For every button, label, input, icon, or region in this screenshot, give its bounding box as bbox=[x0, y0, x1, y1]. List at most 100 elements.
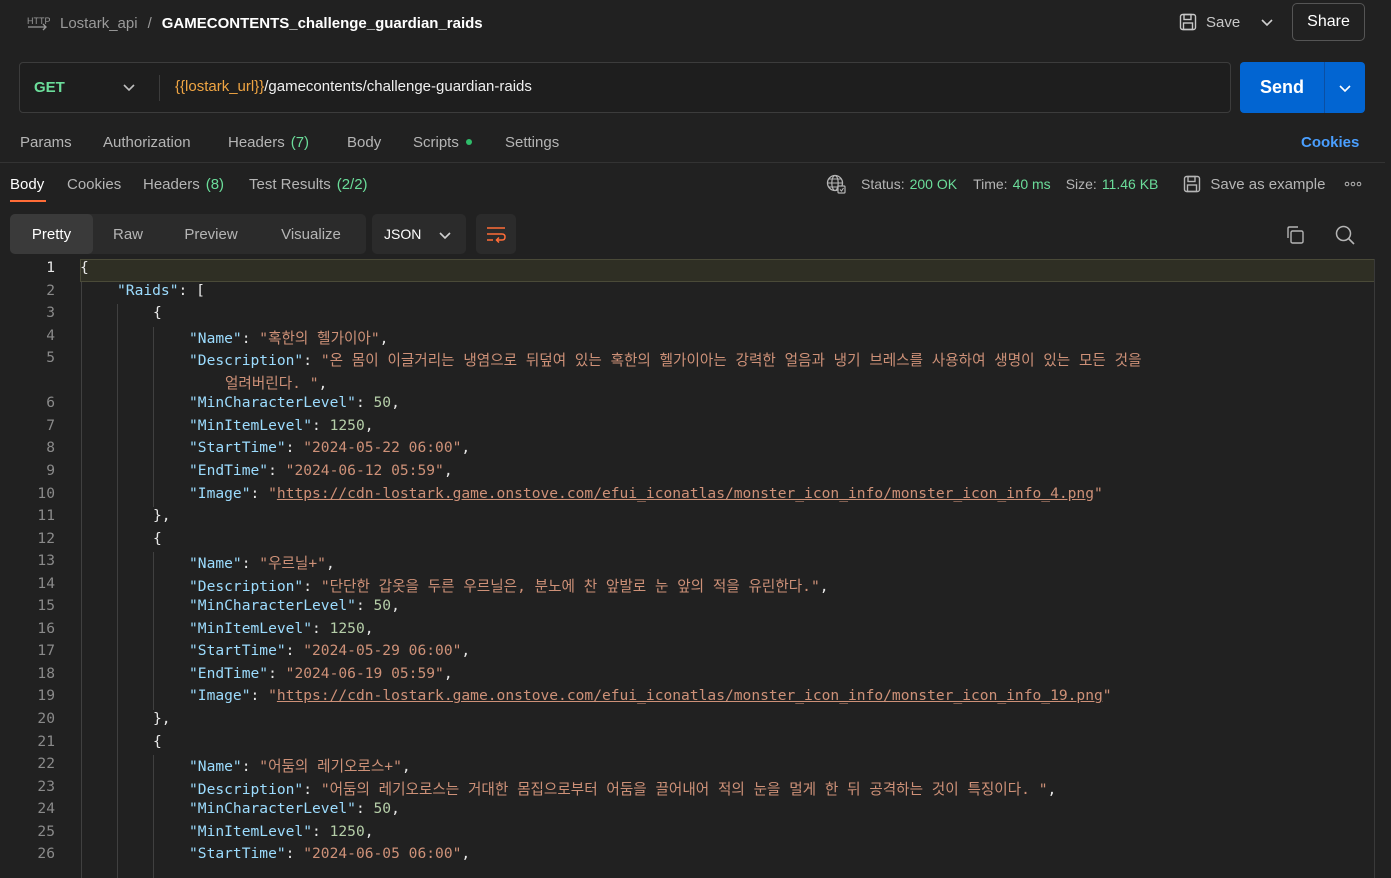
code-token: , bbox=[461, 642, 471, 660]
code-token: : bbox=[268, 461, 286, 479]
code-line: "Name": "우르닐+", bbox=[189, 552, 335, 573]
save-button[interactable]: Save bbox=[1178, 8, 1240, 36]
code-token: "Image" bbox=[189, 484, 251, 502]
code-token: , bbox=[364, 822, 374, 840]
code-token: "MinItemLevel" bbox=[189, 822, 313, 840]
save-options-button[interactable] bbox=[1254, 8, 1280, 36]
current-line-highlight bbox=[80, 259, 1375, 282]
code-line: "Name": "혹한의 헬가이아", bbox=[189, 327, 388, 348]
tab-label: Headers bbox=[228, 133, 285, 151]
tab-params[interactable]: Params bbox=[20, 130, 72, 154]
request-title[interactable]: GAMECONTENTS_challenge_guardian_raids bbox=[162, 15, 483, 32]
response-tab-headers[interactable]: Headers (8) bbox=[143, 172, 224, 196]
code-token: { bbox=[153, 304, 162, 322]
send-button[interactable]: Send bbox=[1240, 62, 1324, 113]
code-line: "Description": "단단한 갑옷을 두른 우르닐은, 분노에 찬 앞… bbox=[189, 575, 829, 596]
workspace-link[interactable]: Lostark_api bbox=[60, 15, 138, 32]
search-icon[interactable] bbox=[1334, 224, 1356, 246]
tab-settings[interactable]: Settings bbox=[505, 130, 559, 154]
code-token: : bbox=[250, 484, 269, 502]
tab-count: (7) bbox=[290, 133, 310, 151]
code-token: : bbox=[303, 577, 321, 595]
wrap-lines-button[interactable] bbox=[476, 214, 516, 254]
code-line: "MinCharacterLevel": 50, bbox=[189, 597, 400, 614]
line-number: 8 bbox=[46, 439, 55, 457]
pretty-button[interactable]: Pretty bbox=[10, 214, 93, 254]
tab-label: Authorization bbox=[103, 133, 191, 151]
code-token: "Description" bbox=[189, 780, 304, 798]
copy-icon[interactable] bbox=[1284, 224, 1306, 246]
tab-label: Scripts bbox=[413, 133, 459, 151]
raw-button[interactable]: Raw bbox=[93, 214, 163, 254]
code-token: , bbox=[379, 329, 389, 347]
code-token: "Image" bbox=[189, 687, 251, 705]
tab-label: Test Results bbox=[249, 175, 331, 193]
network-globe-icon[interactable] bbox=[825, 173, 847, 195]
code-token: : bbox=[268, 664, 286, 682]
response-tab-body[interactable]: Body bbox=[10, 172, 44, 196]
response-body-editor[interactable]: 1 2 3 4 5 6 7 8 9 10 11 12 13 14 15 16 17 18 19 20 21 22 23 24 2… bbox=[0, 259, 1391, 878]
chevron-down-icon bbox=[1338, 81, 1352, 95]
method-select[interactable]: GET bbox=[20, 63, 159, 112]
url-link[interactable]: https://cdn-lostark.game.onstove.com/efu… bbox=[277, 485, 1094, 502]
preview-button[interactable]: Preview bbox=[163, 214, 259, 254]
time-value[interactable]: 40 ms bbox=[1013, 176, 1051, 192]
code-token: , bbox=[1047, 780, 1057, 798]
tab-label: Cookies bbox=[67, 175, 122, 193]
code-token: " bbox=[268, 484, 277, 502]
editor-scrollbar[interactable] bbox=[1374, 259, 1375, 878]
code-line: { bbox=[80, 259, 89, 276]
code-token: "EndTime" bbox=[189, 664, 269, 682]
status-value[interactable]: 200 OK bbox=[910, 176, 957, 192]
response-tab-test-results[interactable]: Test Results (2/2) bbox=[249, 172, 368, 196]
share-button[interactable]: Share bbox=[1292, 3, 1365, 41]
code-line: "Image": "https://cdn-lostark.game.onsto… bbox=[189, 687, 1112, 704]
code-line: "Name": "어둠의 레기오로스+", bbox=[189, 755, 411, 776]
line-number: 25 bbox=[37, 822, 55, 840]
tab-scripts[interactable]: Scripts bbox=[413, 130, 472, 154]
code-token: : bbox=[241, 555, 260, 573]
code-token: : bbox=[241, 329, 260, 347]
code-token: "MinCharacterLevel" bbox=[189, 597, 356, 615]
more-options-icon[interactable] bbox=[1344, 180, 1362, 188]
chevron-down-icon bbox=[1260, 15, 1274, 29]
format-select[interactable]: JSON bbox=[372, 214, 466, 254]
line-number: 11 bbox=[37, 507, 55, 525]
code-token: "MinCharacterLevel" bbox=[189, 394, 356, 412]
send-options-button[interactable] bbox=[1325, 62, 1365, 113]
code-token: " bbox=[268, 687, 277, 705]
code-token: : bbox=[285, 642, 304, 660]
method-label: GET bbox=[34, 79, 65, 96]
code-token: { bbox=[153, 732, 162, 750]
svg-text:HTTP: HTTP bbox=[27, 16, 50, 26]
line-number: 22 bbox=[37, 755, 55, 773]
code-line: "MinCharacterLevel": 50, bbox=[189, 394, 400, 411]
tab-body[interactable]: Body bbox=[347, 130, 381, 154]
cookies-link[interactable]: Cookies bbox=[1301, 130, 1359, 154]
code-token: "2024-06-12 05:59" bbox=[285, 461, 444, 479]
url-link[interactable]: https://cdn-lostark.game.onstove.com/efu… bbox=[277, 687, 1103, 704]
response-status-bar: Status: 200 OK Time: 40 ms Size: 11.46 K… bbox=[825, 172, 1362, 196]
code-token: "EndTime" bbox=[189, 461, 269, 479]
top-bar: HTTP Lostark_api / GAMECONTENTS_challeng… bbox=[0, 0, 1391, 46]
code-token: , bbox=[318, 374, 328, 392]
line-number: 12 bbox=[37, 529, 55, 547]
line-number: 3 bbox=[46, 304, 55, 322]
code-token: : bbox=[303, 352, 321, 370]
code-token: : bbox=[312, 822, 330, 840]
send-button-group: Send bbox=[1240, 62, 1365, 113]
save-as-example-button[interactable]: Save as example bbox=[1182, 174, 1325, 194]
tab-authorization[interactable]: Authorization bbox=[103, 130, 191, 154]
code-token: , bbox=[461, 439, 471, 457]
url-input[interactable]: {{lostark_url}}/gamecontents/challenge-g… bbox=[175, 78, 532, 95]
time-label: Time: bbox=[973, 176, 1008, 192]
line-number: 4 bbox=[46, 326, 55, 344]
tab-headers[interactable]: Headers (7) bbox=[228, 130, 309, 154]
visualize-button[interactable]: Visualize bbox=[259, 214, 363, 254]
line-number: 14 bbox=[37, 574, 55, 592]
code-token: "Description" bbox=[189, 577, 304, 595]
code-token: "StartTime" bbox=[189, 845, 286, 863]
code-token: , bbox=[401, 758, 411, 776]
size-value[interactable]: 11.46 KB bbox=[1102, 176, 1159, 192]
response-tab-cookies[interactable]: Cookies bbox=[67, 172, 121, 196]
